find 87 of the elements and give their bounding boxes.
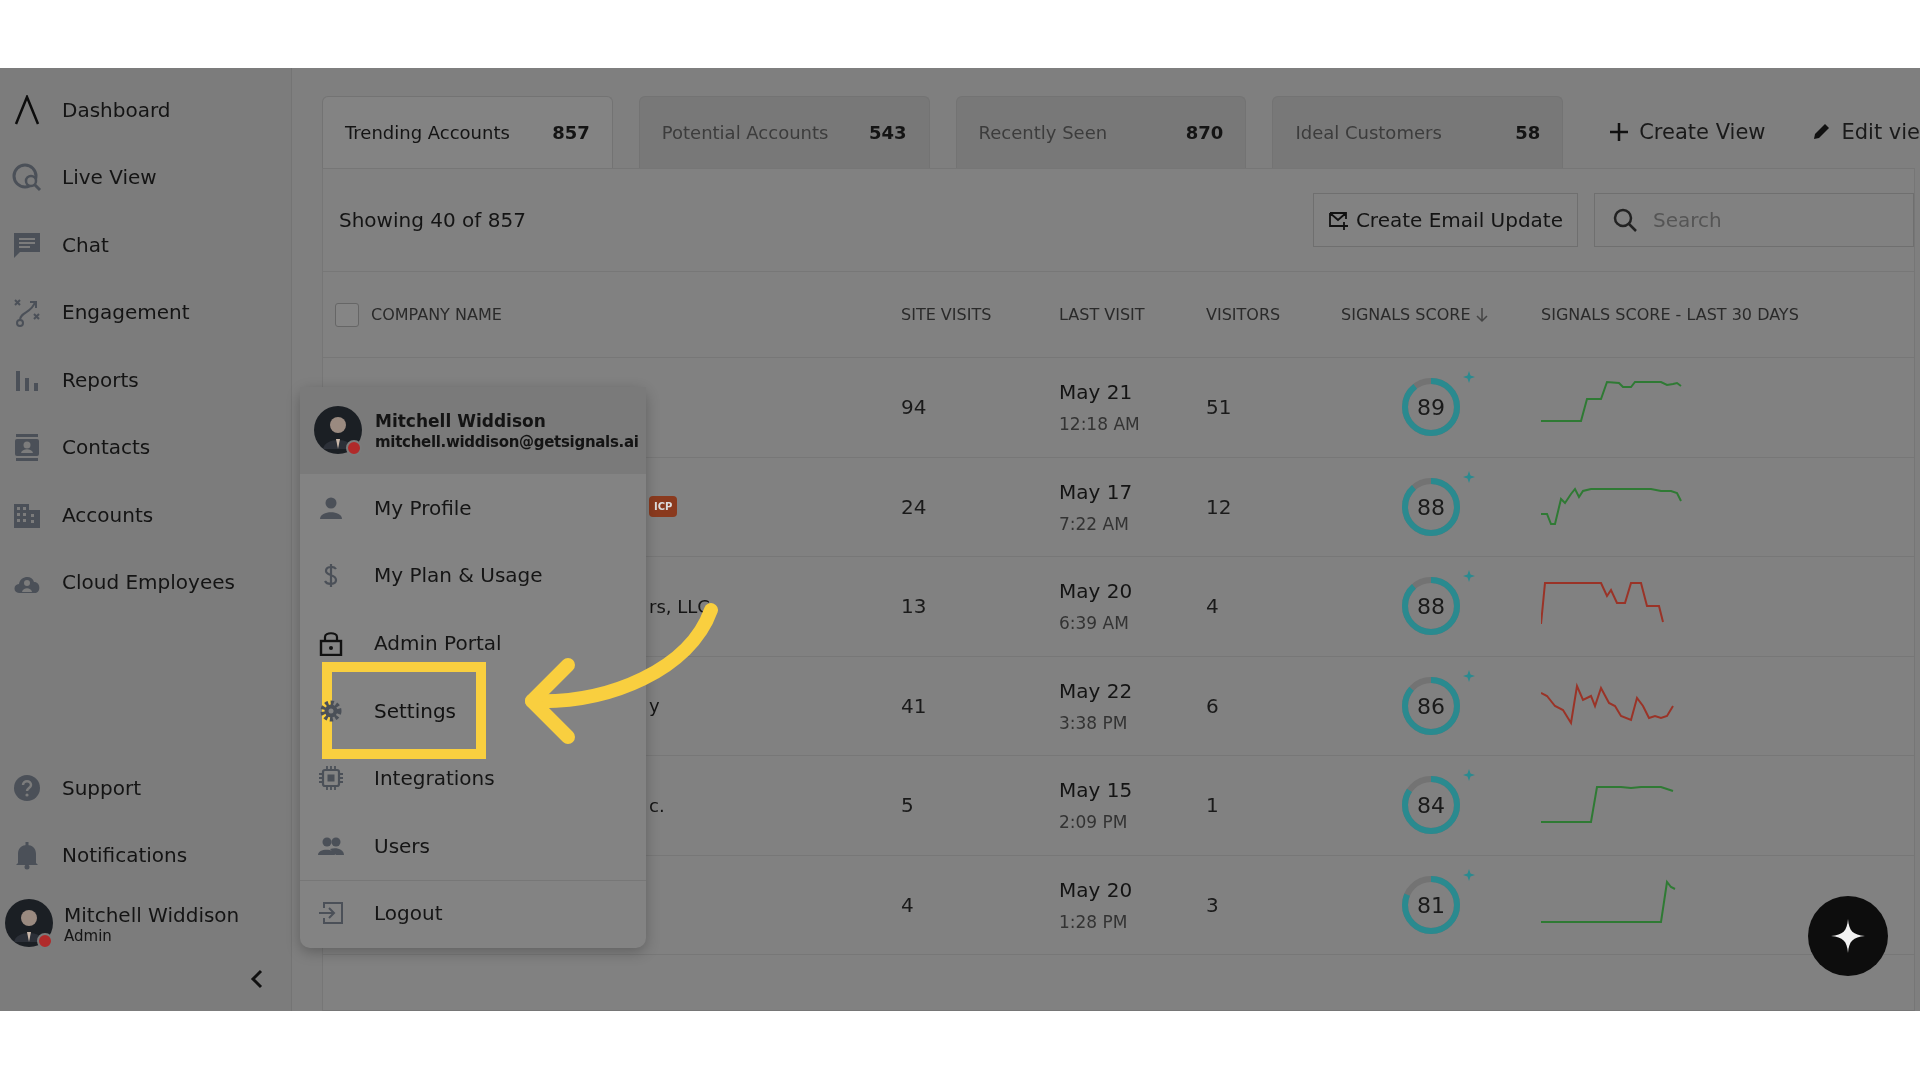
visit-date: May 22 <box>1059 678 1134 703</box>
nav-item[interactable]: Dashboard <box>0 76 291 144</box>
user-name: Mitchell Widdison <box>375 410 547 431</box>
table-cell-text: 12 <box>1206 494 1233 519</box>
nav-item[interactable]: Chat <box>0 211 291 279</box>
menu-item[interactable]: Settings <box>318 697 457 724</box>
menu-item[interactable]: Logout <box>318 900 443 927</box>
create-email-update-button[interactable]: Create Email Update <box>1312 193 1578 247</box>
globe-search-icon <box>12 162 42 193</box>
collapse-chevron-icon[interactable] <box>249 969 265 989</box>
visit-time: 3:38 PM <box>1059 712 1129 733</box>
tab-count: 58 <box>1515 122 1541 143</box>
visit-time: 6:39 AM <box>1059 613 1130 634</box>
result-count: Showing 40 of 857 <box>339 208 527 232</box>
checkbox[interactable] <box>335 302 359 327</box>
tab-count: 857 <box>552 122 590 143</box>
table-cell-text: 51 <box>1206 395 1233 420</box>
route-icon <box>12 297 42 328</box>
column-header[interactable]: SITE VISITS <box>901 305 992 324</box>
menu-item[interactable]: My Plan & Usage <box>318 562 543 589</box>
menu-item[interactable]: My Profile <box>318 494 472 521</box>
visit-time: 7:22 AM <box>1059 513 1130 534</box>
visit-time: 12:18 AM <box>1059 414 1141 435</box>
menu-item[interactable]: Admin Portal <box>318 630 502 656</box>
view-action-link[interactable]: Create View <box>1589 96 1766 168</box>
table-cell-text: 41 <box>901 693 928 718</box>
avatar <box>313 404 365 457</box>
company-name[interactable]: c. <box>649 794 665 816</box>
chip-icon <box>318 765 344 792</box>
table-cell-text: 5 <box>901 793 915 818</box>
tab-label: Potential Accounts <box>661 122 829 143</box>
column-header[interactable]: LAST VISIT <box>1059 305 1145 324</box>
table-cell-text: 13 <box>901 594 928 619</box>
view-action-link[interactable]: Edit vie <box>1791 96 1920 168</box>
table-cell-text: 4 <box>1206 594 1220 619</box>
avatar <box>4 898 56 950</box>
company-name[interactable]: y <box>649 695 660 717</box>
logo-icon <box>12 94 42 125</box>
nav-item[interactable]: Accounts <box>0 481 291 549</box>
nav-item[interactable]: Reports <box>0 346 291 414</box>
column-header[interactable]: VISITORS <box>1206 305 1281 324</box>
nav-item[interactable]: Engagement <box>0 278 291 346</box>
menu-item[interactable]: Integrations <box>318 765 495 792</box>
table-cell-text: 94 <box>901 395 928 420</box>
table-cell-text: 3 <box>1206 892 1220 917</box>
tab-label: Recently Seen <box>978 122 1108 143</box>
tab[interactable]: Potential Accounts 543 <box>638 96 930 168</box>
tab-label: Ideal Customers <box>1295 122 1442 143</box>
user-name: Mitchell Widdison <box>64 903 240 927</box>
visit-date: May 17 <box>1059 479 1134 504</box>
column-header[interactable]: SIGNALS SCORE - LAST 30 DAYS <box>1541 305 1799 324</box>
plus-icon <box>1609 122 1630 142</box>
visit-time: 1:28 PM <box>1059 911 1129 932</box>
user-email: mitchell.widdison@getsignals.ai <box>375 432 639 451</box>
tab[interactable]: Trending Accounts 857 <box>322 96 613 168</box>
visit-date: May 20 <box>1059 877 1134 902</box>
search-icon <box>1612 207 1638 233</box>
visit-date: May 21 <box>1059 380 1134 405</box>
visit-time: 2:09 PM <box>1059 812 1129 833</box>
tab[interactable]: Ideal Customers 58 <box>1272 96 1564 168</box>
nav-item[interactable]: Notifications <box>0 821 291 889</box>
nav-item[interactable]: Support <box>0 754 291 822</box>
mail-plus-icon <box>1327 209 1350 231</box>
help-icon <box>12 772 42 803</box>
user-role: Admin <box>64 927 113 945</box>
tab[interactable]: Recently Seen 870 <box>955 96 1247 168</box>
visit-date: May 15 <box>1059 778 1134 803</box>
nav-item[interactable]: Contacts <box>0 413 291 481</box>
column-header[interactable]: SIGNALS SCORE <box>1341 305 1489 324</box>
contact-card-icon <box>12 432 42 463</box>
sort-down-icon <box>1474 306 1489 323</box>
tab-count: 870 <box>1185 122 1224 143</box>
icp-tag: ICP <box>649 496 678 518</box>
nav-item[interactable]: Cloud Employees <box>0 548 291 616</box>
table-cell-text: 24 <box>901 494 928 519</box>
nav-item[interactable]: Live View <box>0 143 291 211</box>
pencil-icon <box>1811 122 1832 142</box>
menu-item[interactable]: Users <box>318 832 430 859</box>
column-header[interactable]: COMPANY NAME <box>371 305 502 324</box>
logout-icon <box>318 900 344 927</box>
visit-date: May 20 <box>1059 579 1134 604</box>
table-cell-text: 1 <box>1206 793 1220 818</box>
table-cell-text: 4 <box>901 892 915 917</box>
table-cell-text: 6 <box>1206 693 1220 718</box>
tab-label: Trending Accounts <box>345 122 510 143</box>
lock-icon <box>318 630 344 656</box>
tab-count: 543 <box>869 122 907 143</box>
